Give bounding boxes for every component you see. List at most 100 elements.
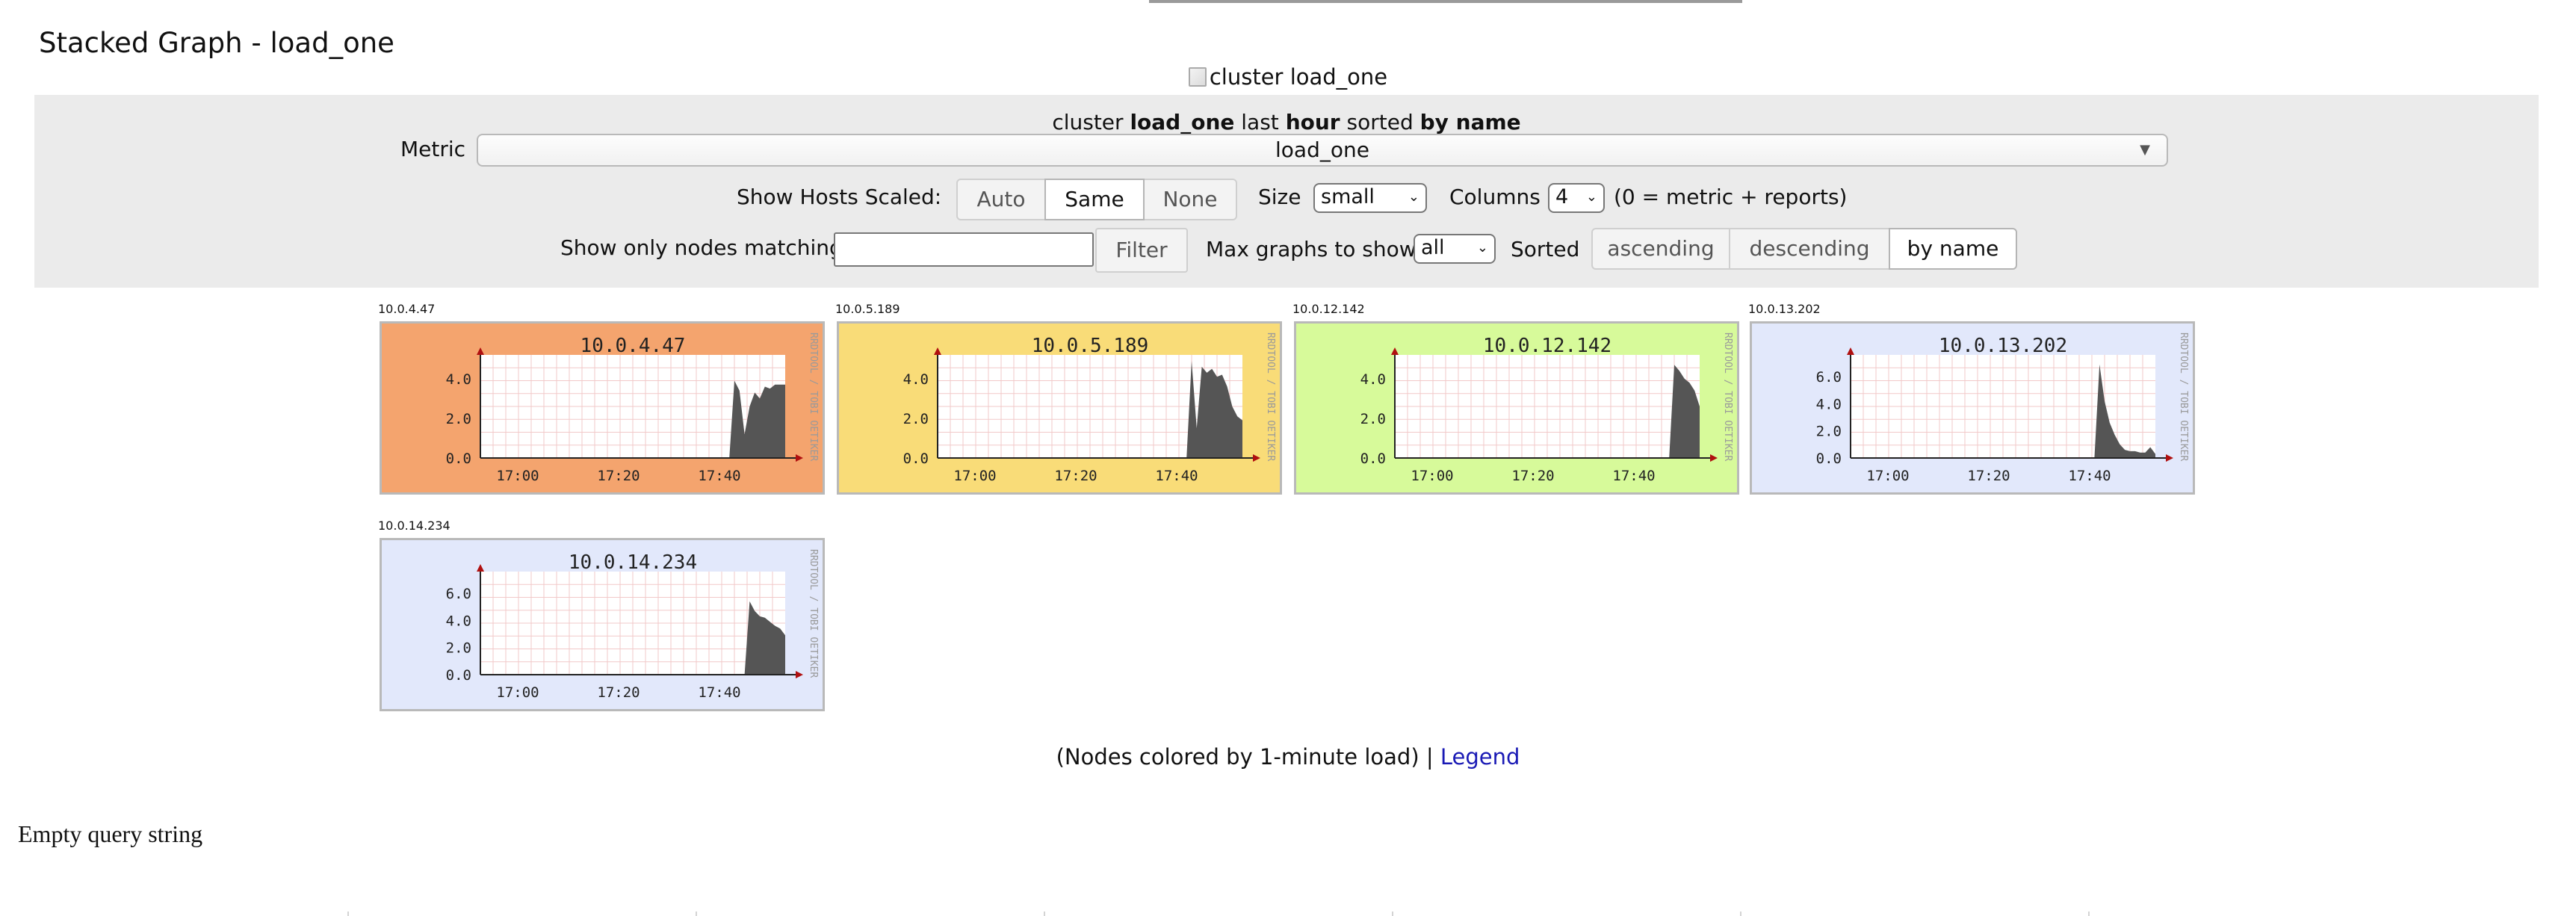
x-tick-label: 17:00 bbox=[1411, 468, 1453, 484]
y-axis-arrow bbox=[477, 564, 484, 572]
host-graph[interactable]: 10.0.14.234 6.0 4.0 2.0 0.0 17:00 17:20 17:40 RR… bbox=[380, 538, 825, 711]
scaled-none-button[interactable]: None bbox=[1143, 179, 1237, 220]
x-tick-label: 17:40 bbox=[698, 684, 740, 701]
host-label: 10.0.14.234 bbox=[378, 519, 451, 533]
host-graph[interactable]: 10.0.4.47 4.0 2.0 0.0 17:00 17:20 17:40 RRDTOOL… bbox=[380, 321, 825, 495]
x-tick-label: 17:40 bbox=[1155, 468, 1198, 484]
graph-summary: cluster load_one last hour sorted by nam… bbox=[34, 110, 2539, 134]
summary-text-last: last bbox=[1234, 110, 1286, 134]
y-tick-label: 0.0 bbox=[446, 451, 471, 467]
x-tick-label: 17:00 bbox=[496, 684, 539, 701]
filter-button[interactable]: Filter bbox=[1095, 228, 1188, 273]
sort-ascending-button[interactable]: ascending bbox=[1591, 228, 1730, 270]
host-label: 10.0.13.202 bbox=[1748, 302, 1821, 316]
sort-by-name-button[interactable]: by name bbox=[1889, 228, 2017, 270]
host-graph[interactable]: 10.0.12.142 4.0 2.0 0.0 17:00 17:20 17:40 RRDTO… bbox=[1294, 321, 1739, 495]
y-axis-arrow bbox=[477, 347, 484, 355]
x-tick-label: 17:20 bbox=[597, 684, 640, 701]
x-tick-label: 17:20 bbox=[1511, 468, 1554, 484]
chevron-down-icon: ⌄ bbox=[1585, 189, 1597, 205]
chevron-down-icon: ⌄ bbox=[1476, 240, 1488, 256]
chevron-down-icon: ▼ bbox=[2140, 142, 2150, 158]
x-tick-label: 17:40 bbox=[698, 468, 740, 484]
rrdtool-watermark: RRDTOOL / TOBI OETIKER bbox=[1722, 332, 1733, 461]
summary-metric: load_one bbox=[1130, 110, 1235, 134]
x-tick-label: 17:20 bbox=[1054, 468, 1097, 484]
y-tick-label: 2.0 bbox=[446, 411, 471, 427]
cluster-graph-image: cluster load_one bbox=[0, 64, 2576, 90]
y-tick-label: 0.0 bbox=[1360, 451, 1386, 467]
y-tick-label: 4.0 bbox=[1816, 396, 1842, 412]
host-label: 10.0.4.47 bbox=[378, 302, 436, 316]
node-match-input[interactable] bbox=[834, 232, 1094, 267]
scaled-label: Show Hosts Scaled: bbox=[737, 185, 942, 209]
x-axis-arrow bbox=[796, 454, 803, 462]
host-load-chart: 10.0.13.202 6.0 4.0 2.0 0.0 17:00 17:20 17:40 RR… bbox=[1816, 332, 2189, 484]
y-tick-label: 2.0 bbox=[903, 411, 929, 427]
summary-range: hour bbox=[1285, 110, 1340, 134]
y-tick-label: 4.0 bbox=[446, 371, 471, 388]
y-tick-label: 0.0 bbox=[1816, 451, 1842, 467]
y-axis-arrow bbox=[1391, 347, 1399, 355]
x-tick-label: 17:20 bbox=[597, 468, 640, 484]
summary-sort: by name bbox=[1419, 110, 1521, 134]
columns-select[interactable]: 4 ⌄ bbox=[1548, 183, 1605, 213]
metric-select[interactable]: load_one ▼ bbox=[477, 134, 2168, 167]
rrdtool-watermark: RRDTOOL / TOBI OETIKER bbox=[2178, 332, 2189, 461]
columns-label: Columns bbox=[1449, 185, 1541, 209]
x-axis-arrow bbox=[796, 671, 803, 678]
size-select-value: small bbox=[1321, 185, 1375, 208]
x-tick-label: 17:40 bbox=[1612, 468, 1655, 484]
x-tick-label: 17:00 bbox=[496, 468, 539, 484]
columns-select-value: 4 bbox=[1555, 185, 1569, 208]
rrdtool-watermark: RRDTOOL / TOBI OETIKER bbox=[1265, 332, 1276, 461]
max-graphs-value: all bbox=[1421, 236, 1445, 259]
host-graph[interactable]: 10.0.13.202 6.0 4.0 2.0 0.0 17:00 17:20 17:40 RR… bbox=[1750, 321, 2195, 495]
summary-prefix: cluster bbox=[1052, 110, 1130, 134]
error-message: Empty query string bbox=[18, 820, 203, 847]
graph-title: 10.0.14.234 bbox=[569, 551, 697, 574]
x-axis-arrow bbox=[1710, 454, 1718, 462]
scaled-auto-button[interactable]: Auto bbox=[956, 179, 1046, 220]
y-tick-label: 4.0 bbox=[446, 613, 471, 629]
host-load-chart: 10.0.5.189 4.0 2.0 0.0 17:00 17:20 17:40 RRDTOO… bbox=[903, 332, 1276, 484]
graph-title: 10.0.5.189 bbox=[1032, 335, 1149, 357]
legend-link[interactable]: Legend bbox=[1440, 744, 1520, 770]
max-graphs-label: Max graphs to show bbox=[1206, 237, 1417, 262]
controls-panel: cluster load_one last hour sorted by nam… bbox=[34, 95, 2539, 288]
footer-note-text: (Nodes colored by 1-minute load) | bbox=[1056, 744, 1440, 770]
y-tick-label: 0.0 bbox=[446, 667, 471, 684]
summary-text-sorted: sorted bbox=[1340, 110, 1420, 134]
sort-button-group: ascending descending by name bbox=[1591, 228, 2017, 270]
size-label: Size bbox=[1258, 185, 1301, 209]
host-graph[interactable]: 10.0.5.189 4.0 2.0 0.0 17:00 17:20 17:40 RRDTOO… bbox=[837, 321, 1282, 495]
size-select[interactable]: small ⌄ bbox=[1313, 183, 1427, 213]
x-axis-arrow bbox=[2166, 454, 2173, 462]
host-load-chart: 10.0.4.47 4.0 2.0 0.0 17:00 17:20 17:40 RRDTOOL… bbox=[446, 332, 819, 484]
columns-note: (0 = metric + reports) bbox=[1614, 185, 1848, 209]
host-load-chart: 10.0.14.234 6.0 4.0 2.0 0.0 17:00 17:20 17:40 RR… bbox=[446, 549, 819, 701]
y-tick-label: 6.0 bbox=[446, 586, 471, 602]
graph-title: 10.0.12.142 bbox=[1483, 335, 1611, 357]
host-label: 10.0.5.189 bbox=[835, 302, 900, 316]
y-tick-label: 2.0 bbox=[1816, 424, 1842, 440]
y-tick-label: 2.0 bbox=[446, 640, 471, 657]
bottom-frame-edge bbox=[347, 912, 2090, 916]
footer-note: (Nodes colored by 1-minute load) | Legen… bbox=[0, 744, 2576, 770]
y-axis-arrow bbox=[934, 347, 941, 355]
x-tick-label: 17:40 bbox=[2068, 468, 2111, 484]
broken-image-icon bbox=[1188, 67, 1207, 87]
y-tick-label: 0.0 bbox=[903, 451, 929, 467]
graph-title: 10.0.4.47 bbox=[580, 335, 686, 357]
chevron-down-icon: ⌄ bbox=[1408, 189, 1419, 205]
scaled-button-group: Auto Same None bbox=[956, 179, 1237, 220]
metric-select-value: load_one bbox=[1275, 137, 1369, 162]
y-tick-label: 4.0 bbox=[1360, 371, 1386, 388]
sort-descending-button[interactable]: descending bbox=[1729, 228, 1890, 270]
scaled-same-button[interactable]: Same bbox=[1044, 179, 1145, 220]
x-axis-arrow bbox=[1253, 454, 1260, 462]
host-load-chart: 10.0.12.142 4.0 2.0 0.0 17:00 17:20 17:40 RRDTO… bbox=[1360, 332, 1733, 484]
x-tick-label: 17:20 bbox=[1967, 468, 2010, 484]
x-tick-label: 17:00 bbox=[1866, 468, 1909, 484]
max-graphs-select[interactable]: all ⌄ bbox=[1414, 234, 1496, 264]
